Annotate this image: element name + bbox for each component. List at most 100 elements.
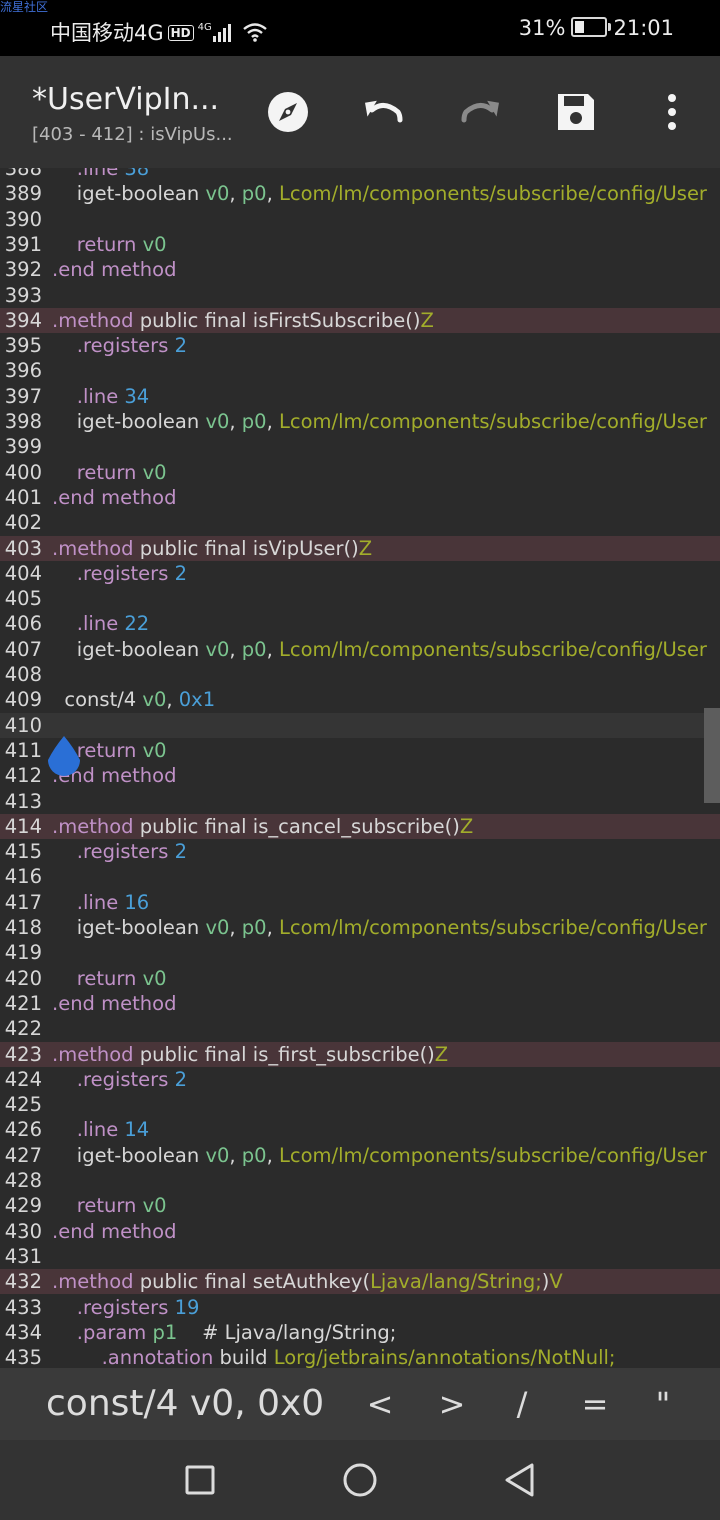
code-line[interactable]: 418 iget-boolean v0, p0, Lcom/lm/compone… <box>0 915 720 940</box>
code-line[interactable]: 424 .registers 2 <box>0 1067 720 1092</box>
more-options-icon[interactable] <box>648 88 696 136</box>
code-line[interactable]: 422 <box>0 1016 720 1041</box>
code-line[interactable]: 432 .method public final setAuthkey(Ljava… <box>0 1269 720 1295</box>
code-line[interactable]: 430 .end method <box>0 1219 720 1244</box>
status-bar: 流星社区 中国移动4G HD 4G 31% 21:01 <box>0 0 720 56</box>
battery-icon <box>571 17 612 37</box>
code-line[interactable]: 434 .param p1 # Ljava/lang/String; <box>0 1320 720 1345</box>
code-line[interactable]: 392 .end method <box>0 257 720 282</box>
line-number: 407 <box>4 637 42 661</box>
line-code: .registers 2 <box>76 561 187 585</box>
code-line[interactable]: 412 .end method <box>0 763 720 788</box>
code-line[interactable]: 431 <box>0 1244 720 1269</box>
line-number: 434 <box>4 1320 42 1344</box>
code-line[interactable]: 415 .registers 2 <box>0 839 720 864</box>
wifi-icon <box>243 23 268 42</box>
code-line[interactable]: 433 .registers 19 <box>0 1295 720 1320</box>
code-line[interactable]: 420 return v0 <box>0 966 720 991</box>
redo-icon[interactable] <box>456 88 504 136</box>
code-line[interactable]: 416 <box>0 864 720 889</box>
line-code: const/4 v0, 0x1 <box>64 688 216 712</box>
code-line[interactable]: 395 .registers 2 <box>0 333 720 358</box>
network-type: 4G <box>197 22 212 33</box>
line-number: 422 <box>4 1017 42 1041</box>
code-line[interactable]: 413 <box>0 789 720 814</box>
line-code: .registers 19 <box>76 1295 200 1319</box>
code-line[interactable]: 394 .method public final isFirstSubscribe… <box>0 307 720 333</box>
line-number: 405 <box>4 587 42 611</box>
key-slash[interactable]: / <box>502 1382 542 1426</box>
clock: 21:01 <box>613 16 674 40</box>
line-number: 416 <box>4 865 42 889</box>
signal-icon <box>212 24 231 42</box>
code-line[interactable]: 414 .method public final is_cancel_subscr… <box>0 813 720 839</box>
code-line[interactable]: 405 <box>0 586 720 611</box>
code-line[interactable]: 400 return v0 <box>0 460 720 485</box>
code-line[interactable]: 390 <box>0 207 720 232</box>
code-line[interactable]: 389 iget-boolean v0, p0, Lcom/lm/compone… <box>0 181 720 206</box>
code-line[interactable]: 427 iget-boolean v0, p0, Lcom/lm/compone… <box>0 1143 720 1168</box>
code-line[interactable]: 391 return v0 <box>0 232 720 257</box>
code-line[interactable]: 408 <box>0 662 720 687</box>
snippet-suggestion[interactable]: const/4 v0, 0x0 <box>46 1382 324 1426</box>
text-cursor-handle-icon[interactable] <box>44 734 84 784</box>
code-line[interactable]: 435 .annotation build Lorg/jetbrains/ann… <box>0 1345 720 1368</box>
file-title[interactable]: *UserVipIn... <box>32 82 232 118</box>
line-number: 424 <box>4 1067 42 1091</box>
code-line[interactable]: 398 iget-boolean v0, p0, Lcom/lm/compone… <box>0 409 720 434</box>
undo-icon[interactable] <box>360 88 408 136</box>
line-number: 397 <box>4 384 42 408</box>
line-code: return v0 <box>76 1194 167 1218</box>
code-line[interactable]: 393 <box>0 283 720 308</box>
key-less-than[interactable]: < <box>360 1382 400 1426</box>
line-code: .annotation build Lorg/jetbrains/annotat… <box>101 1346 616 1368</box>
code-line[interactable]: 421 .end method <box>0 991 720 1016</box>
code-editor[interactable]: 435 .annotation build Lorg/jetbrains/ann… <box>0 168 720 1368</box>
code-line[interactable]: 396 <box>0 358 720 383</box>
key-equals[interactable]: = <box>575 1382 615 1426</box>
code-line[interactable]: 426 .line 14 <box>0 1117 720 1142</box>
code-line[interactable]: 399 <box>0 434 720 459</box>
key-greater-than[interactable]: > <box>432 1382 472 1426</box>
line-number: 393 <box>4 283 42 307</box>
code-line[interactable]: 425 <box>0 1092 720 1117</box>
line-number: 419 <box>4 941 42 965</box>
back-icon[interactable] <box>500 1460 540 1500</box>
line-number: 427 <box>4 1143 42 1167</box>
line-code: .method public final isVipUser()Z <box>52 536 373 560</box>
code-line[interactable]: 403 .method public final isVipUser()Z <box>0 535 720 561</box>
scrollbar-thumb[interactable] <box>704 708 720 803</box>
code-line[interactable]: 419 <box>0 940 720 965</box>
status-right: 31% 21:01 <box>519 14 674 42</box>
compass-icon[interactable] <box>264 88 312 136</box>
key-quote[interactable]: " <box>643 1382 683 1426</box>
recents-icon[interactable] <box>180 1460 220 1500</box>
code-line[interactable]: 409 const/4 v0, 0x1 <box>0 687 720 712</box>
code-line[interactable]: 410 <box>0 712 720 738</box>
line-number: 402 <box>4 511 42 535</box>
line-number: 421 <box>4 991 42 1015</box>
code-line[interactable]: 417 .line 16 <box>0 890 720 915</box>
home-icon[interactable] <box>340 1460 380 1500</box>
code-line[interactable]: 411 return v0 <box>0 738 720 763</box>
code-line[interactable]: 397 .line 34 <box>0 384 720 409</box>
code-line[interactable]: 401 .end method <box>0 485 720 510</box>
line-number: 401 <box>4 485 42 509</box>
line-number: 428 <box>4 1169 42 1192</box>
code-line[interactable]: 406 .line 22 <box>0 611 720 636</box>
input-bar: const/4 v0, 0x0 < > / = " <box>0 1368 720 1440</box>
battery-fill <box>575 21 585 33</box>
code-line[interactable]: 402 <box>0 510 720 535</box>
line-code: .line 14 <box>76 1118 150 1142</box>
save-icon[interactable] <box>552 88 600 136</box>
code-line[interactable]: 388 .line 38 <box>0 168 720 181</box>
line-code: iget-boolean v0, p0, Lcom/lm/components/… <box>76 182 707 206</box>
code-line[interactable]: 407 iget-boolean v0, p0, Lcom/lm/compone… <box>0 637 720 662</box>
code-line[interactable]: 429 return v0 <box>0 1193 720 1218</box>
line-number: 406 <box>4 612 42 636</box>
line-number: 417 <box>4 890 42 914</box>
code-line[interactable]: 428 <box>0 1168 720 1193</box>
code-line[interactable]: 404 .registers 2 <box>0 561 720 586</box>
code-line[interactable]: 423 .method public final is_first_subscri… <box>0 1041 720 1067</box>
line-number: 404 <box>4 561 42 585</box>
